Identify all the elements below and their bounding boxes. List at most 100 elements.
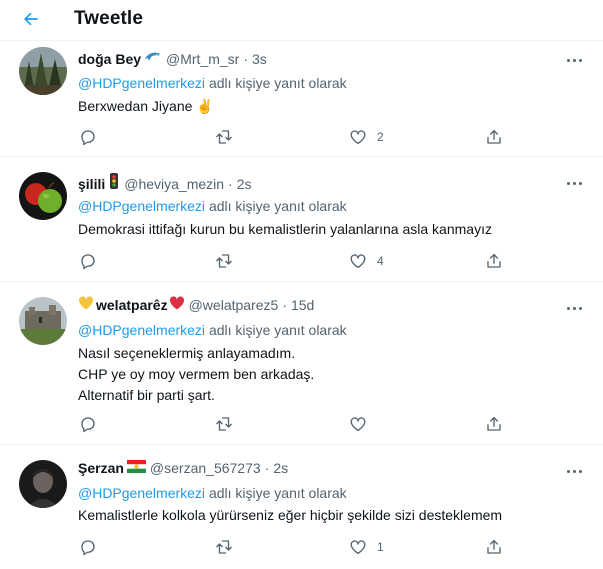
like-count: 1 — [377, 540, 384, 554]
reply-button[interactable] — [79, 536, 97, 558]
top-bar: Tweetle — [0, 0, 603, 40]
share-button[interactable] — [485, 413, 503, 435]
reply-button[interactable] — [79, 126, 97, 148]
display-name[interactable]: doğa Bey — [78, 49, 141, 69]
reply-context-label: adlı kişiye yanıt olarak — [208, 322, 347, 338]
tweet-text: Berxwedan Jiyane ✌️ — [78, 96, 214, 117]
display-name[interactable]: welatparêz — [96, 295, 168, 315]
reply-context: @HDPgenelmerkezi adlı kişiye yanıt olara… — [78, 320, 347, 340]
like-button[interactable]: 4 — [349, 250, 384, 272]
tweet[interactable]: Şerzan @serzan_567273 · 2s @HDPgenelmerk… — [0, 446, 603, 569]
arrow-left-icon — [24, 12, 38, 26]
retweet-button[interactable] — [215, 250, 233, 272]
timestamp[interactable]: 3s — [252, 49, 267, 69]
avatar[interactable] — [19, 297, 67, 345]
tweet-text: Demokrasi ittifağı kurun bu kemalistleri… — [78, 219, 492, 240]
retweet-icon — [216, 254, 232, 268]
tweet-text-line: Alternatif bir parti şart. — [78, 387, 215, 403]
timestamp[interactable]: 2s — [237, 174, 252, 194]
reply-icon — [81, 130, 95, 146]
user-handle[interactable]: @Mrt_m_sr — [166, 49, 239, 69]
retweet-button[interactable] — [215, 126, 233, 148]
like-button[interactable]: 1 — [349, 536, 384, 558]
share-icon — [487, 129, 501, 144]
user-handle[interactable]: @serzan_567273 — [150, 458, 261, 478]
tweet-header: doğa Bey @Mrt_m_sr · 3s — [78, 49, 267, 69]
like-count: 2 — [377, 130, 384, 144]
tweet-text: Kemalistlerle kolkola yürürseniz eğer hi… — [78, 505, 502, 526]
timestamp[interactable]: 2s — [273, 458, 288, 478]
reply-context: @HDPgenelmerkezi adlı kişiye yanıt olara… — [78, 73, 347, 93]
more-options-button[interactable] — [560, 51, 588, 69]
retweet-icon — [216, 130, 232, 144]
tweet[interactable]: doğa Bey @Mrt_m_sr · 3s @HDPgenelmerkezi… — [0, 41, 603, 157]
heart-icon — [350, 540, 366, 555]
separator-dot: · — [243, 51, 249, 67]
tweet-text: Nasıl seçeneklermiş anlayamadım. CHP ye … — [78, 343, 314, 406]
reply-context-label: adlı kişiye yanıt olarak — [208, 198, 347, 214]
avatar[interactable] — [19, 460, 67, 508]
tweet-text-line: Kemalistlerle kolkola yürürseniz eğer hi… — [78, 507, 503, 523]
mention-link[interactable]: @HDPgenelmerkezi — [78, 322, 205, 338]
retweet-icon — [216, 540, 232, 554]
red-heart-icon — [169, 295, 185, 315]
avatar[interactable] — [19, 47, 67, 95]
tweet-text-line: Berxwedan Jiyane ✌️ — [78, 98, 214, 114]
like-count: 4 — [377, 254, 384, 268]
retweet-button[interactable] — [215, 413, 233, 435]
back-button[interactable] — [14, 4, 48, 34]
kurdistan-flag-icon — [126, 458, 146, 478]
like-button[interactable] — [349, 413, 377, 435]
share-button[interactable] — [485, 250, 503, 272]
user-handle[interactable]: @welatparez5 — [189, 295, 279, 315]
more-options-button[interactable] — [560, 462, 588, 480]
mention-link[interactable]: @HDPgenelmerkezi — [78, 485, 205, 501]
more-options-button[interactable] — [560, 299, 588, 317]
tweet-header: şilili @heviya_mezin · 2s — [78, 172, 252, 195]
tweet-text-line: Demokrasi ittifağı kurun bu kemalistleri… — [78, 221, 492, 237]
avatar[interactable] — [19, 172, 67, 220]
retweet-icon — [216, 417, 232, 431]
timestamp[interactable]: 15d — [291, 295, 314, 315]
heart-icon — [350, 417, 366, 432]
heart-icon — [350, 130, 366, 145]
tweet[interactable]: welatparêz @welatparez5 · 15d @HDPgenelm… — [0, 283, 603, 445]
share-icon — [487, 539, 501, 554]
reply-icon — [81, 540, 95, 556]
more-options-button[interactable] — [560, 174, 588, 192]
like-button[interactable]: 2 — [349, 126, 384, 148]
separator-dot: · — [264, 460, 270, 476]
reply-context-label: adlı kişiye yanıt olarak — [208, 75, 347, 91]
display-name[interactable]: şilili — [78, 174, 105, 194]
traffic-light-icon — [108, 172, 120, 195]
page-title: Tweetle — [74, 8, 143, 29]
action-bar — [70, 413, 510, 435]
reply-icon — [81, 417, 95, 433]
mention-link[interactable]: @HDPgenelmerkezi — [78, 198, 205, 214]
heart-icon — [350, 254, 366, 269]
share-icon — [487, 253, 501, 268]
share-icon — [487, 416, 501, 431]
reply-context-label: adlı kişiye yanıt olarak — [208, 485, 347, 501]
tweet-text-line: Nasıl seçeneklermiş anlayamadım. — [78, 345, 296, 361]
action-bar: 1 — [70, 536, 510, 558]
reply-button[interactable] — [79, 413, 97, 435]
reply-context: @HDPgenelmerkezi adlı kişiye yanıt olara… — [78, 483, 347, 503]
display-name[interactable]: Şerzan — [78, 458, 124, 478]
action-bar: 4 — [70, 250, 510, 272]
share-button[interactable] — [485, 126, 503, 148]
retweet-button[interactable] — [215, 536, 233, 558]
yellow-heart-icon — [78, 295, 94, 315]
reply-context: @HDPgenelmerkezi adlı kişiye yanıt olara… — [78, 196, 347, 216]
tweet-text-line: CHP ye oy moy vermem ben arkadaş. — [78, 366, 315, 382]
reply-button[interactable] — [79, 250, 97, 272]
reply-icon — [81, 254, 95, 270]
user-handle[interactable]: @heviya_mezin — [124, 174, 224, 194]
tweet-header: Şerzan @serzan_567273 · 2s — [78, 458, 288, 478]
separator-dot: · — [282, 297, 287, 313]
mention-link[interactable]: @HDPgenelmerkezi — [78, 75, 205, 91]
action-bar: 2 — [70, 126, 510, 148]
share-button[interactable] — [485, 536, 503, 558]
tweet[interactable]: şilili @heviya_mezin · 2s @HDPgenelmerke… — [0, 158, 603, 282]
separator-dot: · — [228, 175, 233, 192]
